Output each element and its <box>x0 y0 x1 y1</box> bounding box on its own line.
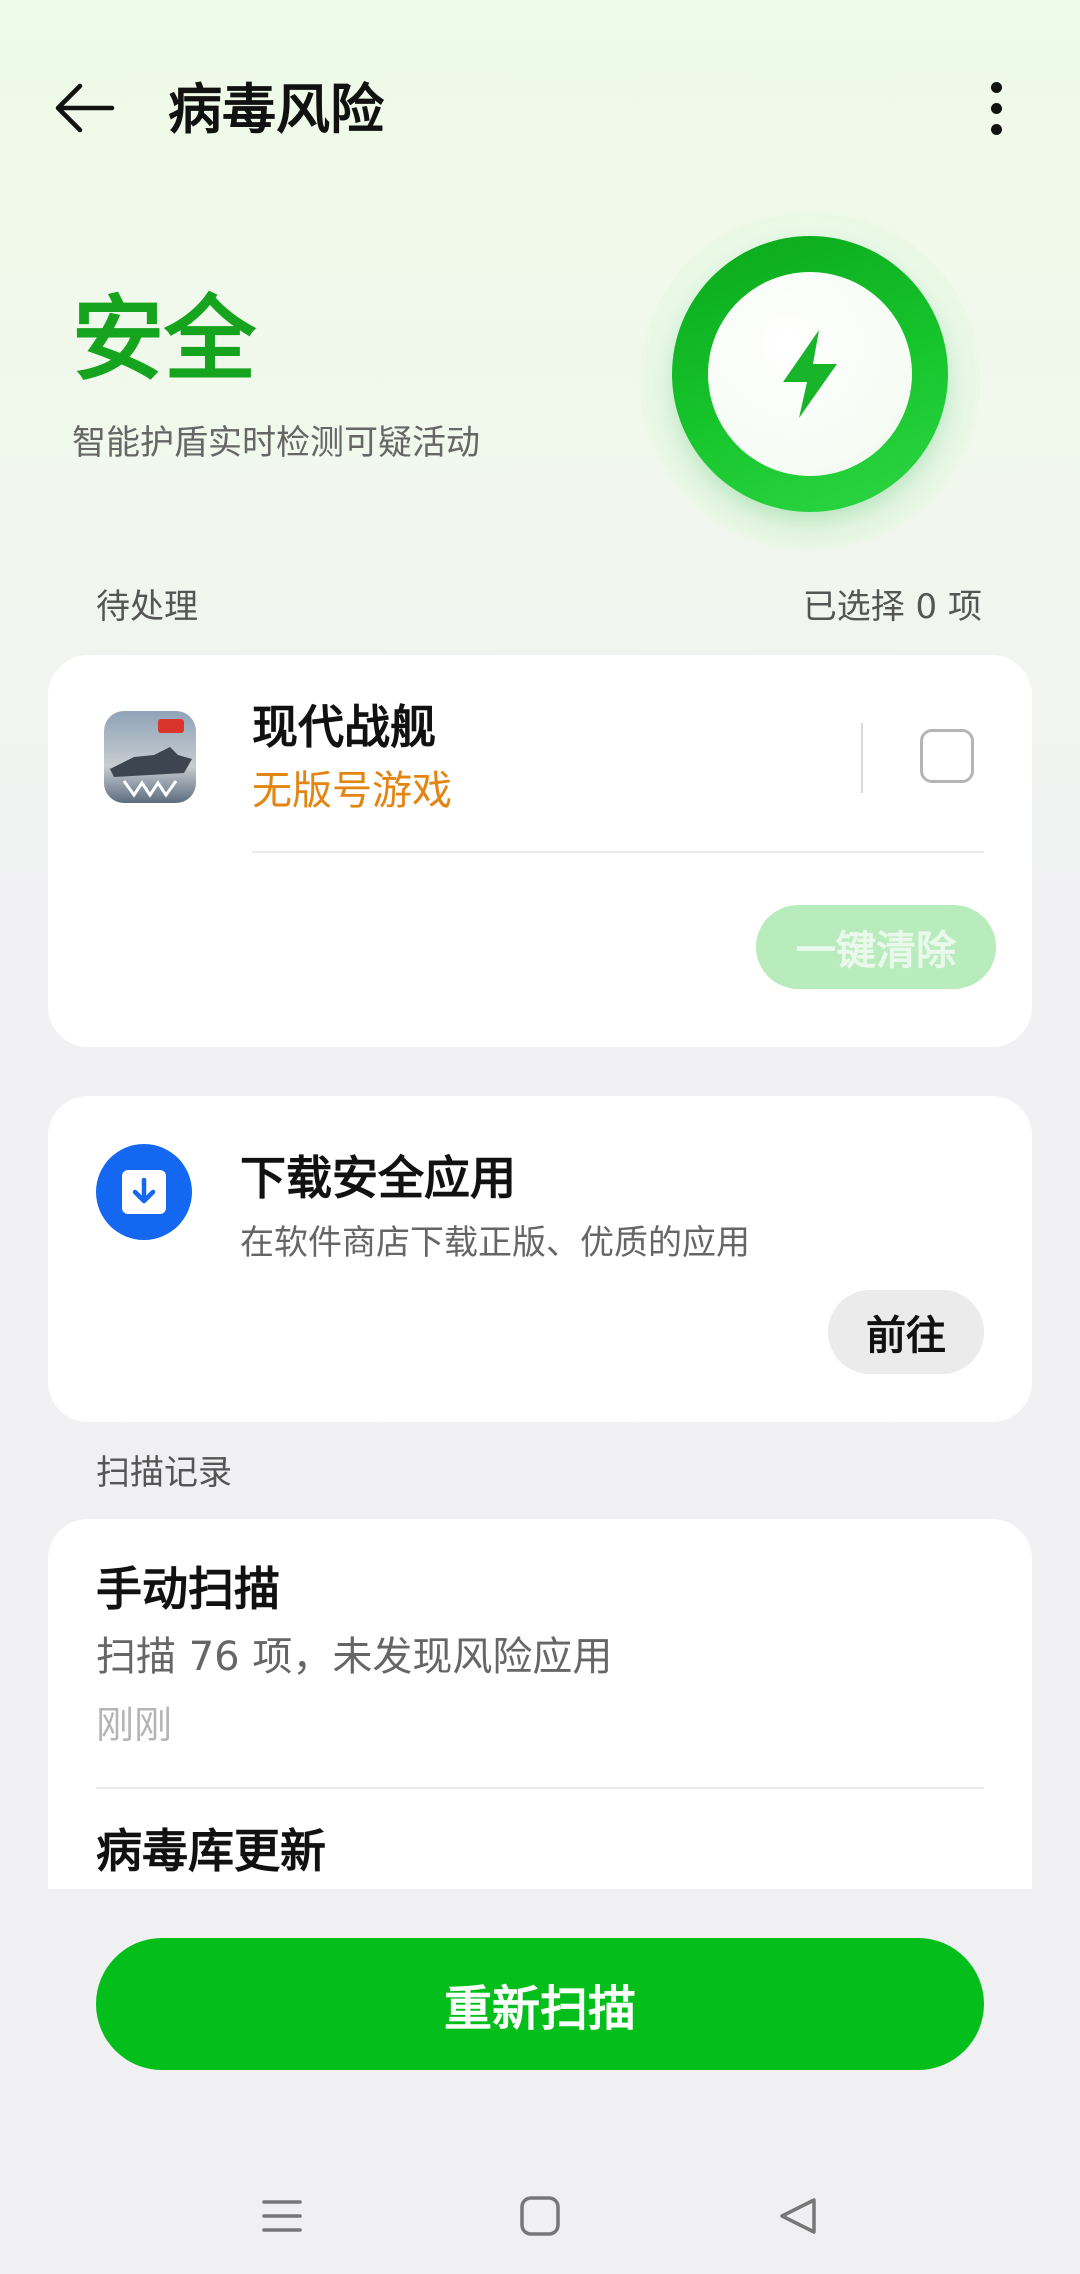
app-name: 现代战舰 <box>252 700 436 754</box>
app-risk-label: 无版号游戏 <box>252 768 452 814</box>
record-description: 扫描 76 项，未发现风险应用 <box>96 1634 613 1680</box>
security-status-subtitle: 智能护盾实时检测可疑活动 <box>72 423 480 463</box>
page-title: 病毒风险 <box>168 78 384 141</box>
scan-records-card: 手动扫描 扫描 76 项，未发现风险应用 刚刚 病毒库更新 <box>48 1519 1032 1889</box>
triangle-back-icon <box>780 2198 816 2234</box>
download-card-subtitle: 在软件商店下载正版、优质的应用 <box>240 1223 750 1263</box>
go-button[interactable]: 前往 <box>828 1290 984 1374</box>
lightning-icon <box>783 330 837 418</box>
download-card: 下载安全应用 在软件商店下载正版、优质的应用 前往 <box>48 1096 1032 1422</box>
pending-section-label: 待处理 <box>96 587 198 627</box>
divider <box>252 851 984 853</box>
download-icon <box>96 1144 192 1240</box>
system-navigation-bar <box>0 2156 1080 2274</box>
record-time: 刚刚 <box>96 1703 173 1747</box>
app-select-checkbox[interactable] <box>920 729 974 783</box>
square-icon <box>520 2196 560 2236</box>
arrow-left-icon <box>55 83 115 133</box>
nav-recents-button[interactable] <box>242 2176 322 2256</box>
protection-indicator <box>640 210 980 550</box>
download-card-title: 下载安全应用 <box>240 1151 516 1205</box>
record-title: 病毒库更新 <box>96 1824 326 1878</box>
selected-count: 已选择 0 项 <box>802 587 982 627</box>
top-bar: 病毒风险 <box>0 0 1080 220</box>
scan-records-label: 扫描记录 <box>96 1453 232 1493</box>
divider <box>96 1787 984 1789</box>
menu-icon <box>262 2200 302 2232</box>
nav-back-button[interactable] <box>758 2176 838 2256</box>
nav-home-button[interactable] <box>500 2176 580 2256</box>
pending-card: 现代战舰 无版号游戏 一键清除 <box>48 655 1032 1047</box>
one-click-clear-button[interactable]: 一键清除 <box>756 905 996 989</box>
rescan-button[interactable]: 重新扫描 <box>96 1938 984 2070</box>
back-button[interactable] <box>48 72 120 144</box>
more-options-button[interactable] <box>960 72 1032 144</box>
more-dots-icon <box>990 81 1002 93</box>
security-status: 安全 <box>72 286 257 393</box>
record-title: 手动扫描 <box>96 1562 280 1616</box>
app-icon-modern-warships <box>104 711 196 803</box>
divider <box>861 723 863 793</box>
